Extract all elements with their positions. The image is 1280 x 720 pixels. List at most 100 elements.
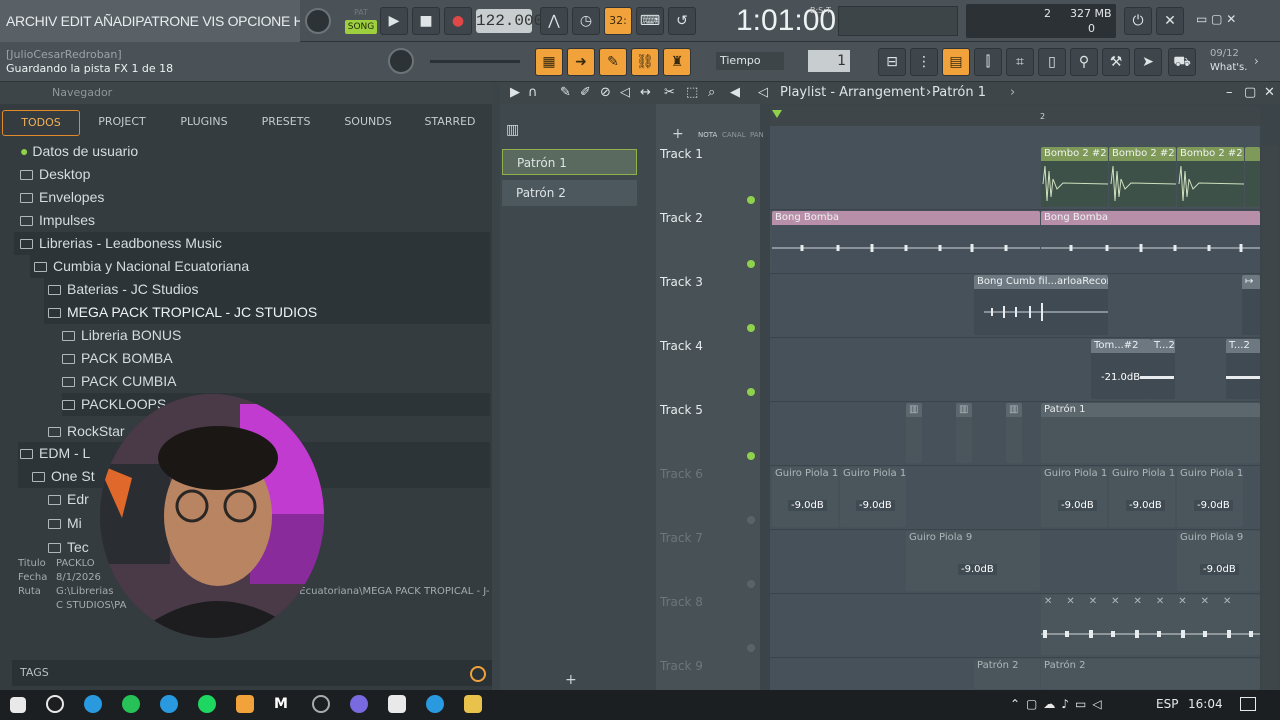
playback-icon[interactable]: ◀ (730, 82, 740, 104)
window-controls[interactable]: ▭ ▢ ✕ (1196, 12, 1260, 30)
mixer-icon[interactable]: ⊟ (878, 48, 906, 76)
slip-icon[interactable]: ↔ (640, 82, 651, 104)
track-name[interactable]: Track 6 (660, 467, 703, 481)
play-button[interactable]: ▶ (380, 7, 408, 35)
audio-clip[interactable]: ↦ (1242, 275, 1260, 335)
tab-starred[interactable]: STARRED (416, 110, 484, 136)
track-name[interactable]: Track 1 (660, 147, 703, 161)
windows-start-icon[interactable] (10, 697, 26, 713)
record-button[interactable]: ● (444, 7, 472, 35)
track-name[interactable]: Track 7 (660, 531, 703, 545)
track-mute-led[interactable] (747, 452, 755, 460)
stamp-icon[interactable]: ♜ (663, 48, 691, 76)
search-icon[interactable] (46, 695, 64, 713)
link-icon[interactable]: ⛓ (631, 48, 659, 76)
tree-item[interactable]: Edr (48, 488, 89, 511)
master-volume-knob[interactable] (305, 8, 331, 34)
piano-roll-icon[interactable]: ▤ (942, 48, 970, 76)
metronome-icon[interactable]: ⋀ (540, 7, 568, 35)
add-pattern-button[interactable]: + (565, 672, 577, 688)
playlist-scrollbar[interactable] (1262, 146, 1278, 690)
track-name[interactable]: Track 4 (660, 339, 703, 353)
typing-keyboard-icon[interactable]: ⌨ (636, 7, 664, 35)
tags-bar[interactable]: TAGS (12, 660, 492, 686)
play-icon[interactable]: ▶ (510, 82, 520, 104)
language-indicator[interactable]: ESP (1156, 697, 1178, 711)
piano-icon[interactable]: ▥ (506, 122, 519, 138)
track-name[interactable]: Track 2 (660, 211, 703, 225)
track-name[interactable]: Track 5 (660, 403, 703, 417)
project-icon[interactable]: ▯ (1038, 48, 1066, 76)
fl-studio-icon[interactable] (236, 695, 254, 713)
audio-clip[interactable]: Bong Cumb fil...arloaRecord's (974, 275, 1108, 335)
shop-icon[interactable]: ⛟ (1168, 48, 1196, 76)
pattern-clip[interactable]: Patrón 1 (1041, 403, 1260, 463)
spotify-icon[interactable] (198, 695, 216, 713)
audio-clip[interactable]: Guiro Piola 1 (772, 467, 838, 527)
audio-clip[interactable]: T...2 (1226, 339, 1260, 399)
audio-clip[interactable]: T...2 (1151, 339, 1175, 399)
audio-clip[interactable]: Bong Bomba (1041, 211, 1260, 271)
whatsapp-icon[interactable] (122, 695, 140, 713)
edge-icon[interactable] (84, 695, 102, 713)
tree-item[interactable]: RockStar (48, 420, 125, 443)
plugin-icon[interactable]: ⚲ (1070, 48, 1098, 76)
pat-mode-label[interactable]: PAT (345, 8, 377, 20)
stop-button[interactable]: ■ (412, 7, 440, 35)
pattern-item[interactable]: Patrón 2 (502, 180, 637, 206)
notification-icon[interactable] (1240, 697, 1256, 711)
tree-item[interactable]: MEGA PACK TROPICAL - JC STUDIOS (44, 301, 490, 324)
tree-item[interactable]: Librerias - Leadboness Music (14, 232, 490, 255)
playlist-icon[interactable]: ▦ (535, 48, 563, 76)
channel-rack-icon[interactable]: ⋮ (910, 48, 938, 76)
track-name[interactable]: Track 8 (660, 595, 703, 609)
tempo-display[interactable]: 122.000 (476, 9, 543, 33)
step-button[interactable]: 32: (604, 7, 632, 35)
audio-clip[interactable]: Tom...#2 (1091, 339, 1151, 399)
tree-item[interactable]: Mi (48, 512, 82, 535)
slice-icon[interactable]: ✂ (664, 82, 675, 104)
track-mute-led[interactable] (747, 260, 755, 268)
magnet-icon[interactable]: ∩ (528, 82, 538, 104)
current-pattern[interactable]: Patrón 1 (932, 82, 986, 104)
tools-config-icon[interactable]: ⚒ (1102, 48, 1130, 76)
track-mute-led[interactable] (747, 580, 755, 588)
track-mute-led[interactable] (747, 516, 755, 524)
audio-clip[interactable]: Guiro Piola 9 (906, 531, 1040, 591)
master-pitch-knob[interactable] (388, 48, 414, 74)
minimize-icon[interactable]: – (1226, 82, 1233, 104)
track-mute-led[interactable] (747, 324, 755, 332)
pattern-clip[interactable]: Patrón 2 (1041, 659, 1260, 689)
audio-clip[interactable]: Guiro Piola 1 (1109, 467, 1175, 527)
tree-item[interactable]: Impulses (20, 209, 95, 232)
tree-item[interactable]: Baterias - JC Studios (44, 278, 490, 301)
telegram-icon[interactable] (160, 695, 178, 713)
pattern-clip[interactable]: ▥ (956, 403, 972, 463)
audio-clip[interactable]: Guiro Piola 1 (1041, 467, 1107, 527)
track-mute-led[interactable] (747, 196, 755, 204)
audio-clip[interactable]: Guiro Piola 9 (1177, 531, 1260, 591)
tab-todos[interactable]: TODOS (2, 110, 80, 136)
pattern-clip[interactable]: Patrón 2 (974, 659, 1040, 689)
mute-icon[interactable]: ◁ (620, 82, 630, 104)
add-track-button[interactable]: + (672, 126, 684, 142)
zoom-icon[interactable]: ⌕ (708, 82, 715, 104)
mixer-view-icon[interactable]: ⫿ (974, 48, 1002, 76)
audio-clip[interactable]: Bombo 2 #2 (1041, 147, 1108, 207)
close-icon[interactable]: ✕ (1264, 82, 1275, 104)
tree-item[interactable]: ● Datos de usuario (20, 140, 138, 163)
tree-item[interactable]: Libreria BONUS (62, 324, 181, 347)
delete-icon[interactable]: ⊘ (600, 82, 611, 104)
system-tray-icons[interactable]: ⌃▢☁♪▭◁ (1010, 697, 1108, 711)
speaker-icon[interactable]: ◁ (758, 82, 768, 104)
pattern-item[interactable]: Patrón 1 (502, 149, 637, 175)
audio-clip[interactable]: ✕✕✕✕✕✕✕✕✕ (1041, 595, 1260, 655)
song-mode-toggle[interactable]: SONG (345, 20, 377, 34)
main-menu[interactable]: ARCHIV EDIT AÑADIPATRONE VIS OPCIONE HER… (0, 0, 300, 42)
app-globe-icon[interactable] (312, 695, 330, 713)
browser-view-icon[interactable]: ⌗ (1006, 48, 1034, 76)
pattern-clip[interactable]: ▥ (906, 403, 922, 463)
tab-project[interactable]: PROJECT (88, 110, 156, 136)
news-link[interactable]: What's. (1210, 62, 1247, 73)
power-icon[interactable]: ⏻ (1124, 7, 1152, 35)
